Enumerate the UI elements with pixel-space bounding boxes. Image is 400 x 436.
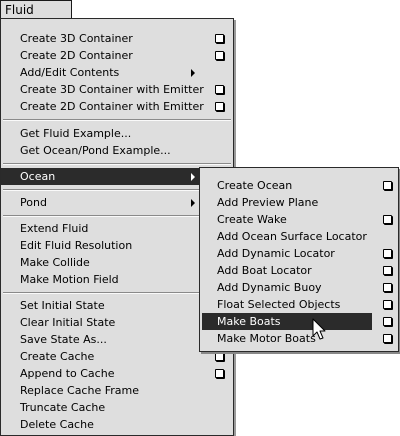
submenu-arrow-icon xyxy=(191,199,195,207)
menu-separator xyxy=(3,119,231,121)
option-box-icon[interactable] xyxy=(383,300,392,309)
submenu-item-float-selected-objects[interactable]: Float Selected Objects xyxy=(200,296,398,313)
submenu-item-create-wake[interactable]: Create Wake xyxy=(200,211,398,228)
submenu-arrow-icon xyxy=(191,69,195,77)
submenu-item-create-ocean[interactable]: Create Ocean xyxy=(200,177,398,194)
menu-item-add-edit-contents[interactable]: Add/Edit Contents xyxy=(1,64,233,81)
menu-item-get-fluid-example[interactable]: Get Fluid Example... xyxy=(1,125,233,142)
menu-item-create-2d-container[interactable]: Create 2D Container xyxy=(1,47,233,64)
menu-item-create-3d-container-with-emitter[interactable]: Create 3D Container with Emitter xyxy=(1,81,233,98)
menu-item-delete-cache[interactable]: Delete Cache xyxy=(1,416,233,433)
option-box-icon[interactable] xyxy=(383,249,392,258)
menu-item-create-2d-container-with-emitter[interactable]: Create 2D Container with Emitter xyxy=(1,98,233,115)
menu-item-truncate-cache[interactable]: Truncate Cache xyxy=(1,399,233,416)
submenu-item-add-dynamic-locator[interactable]: Add Dynamic Locator xyxy=(200,245,398,262)
option-box-icon[interactable] xyxy=(383,334,392,343)
option-box-icon[interactable] xyxy=(383,181,392,190)
menu-item-create-3d-container[interactable]: Create 3D Container xyxy=(1,30,233,47)
submenu-item-add-boat-locator[interactable]: Add Boat Locator xyxy=(200,262,398,279)
ocean-submenu: Create Ocean Add Preview Plane Create Wa… xyxy=(199,167,399,352)
option-box-icon[interactable] xyxy=(383,266,392,275)
menu-separator xyxy=(3,292,231,294)
fluid-effects-menu-title[interactable]: Fluid Effects xyxy=(0,0,72,35)
submenu-item-make-motor-boats[interactable]: Make Motor Boats xyxy=(200,330,398,347)
mouse-pointer-icon xyxy=(312,318,326,340)
menu-item-get-ocean-pond-example[interactable]: Get Ocean/Pond Example... xyxy=(1,142,233,159)
menu-separator xyxy=(3,163,231,165)
option-box-icon[interactable] xyxy=(215,352,224,361)
option-box-icon[interactable] xyxy=(215,85,224,94)
option-box-icon[interactable] xyxy=(383,317,392,326)
option-box-icon[interactable] xyxy=(215,34,224,43)
option-box-icon[interactable] xyxy=(215,369,224,378)
submenu-item-add-dynamic-buoy[interactable]: Add Dynamic Buoy xyxy=(200,279,398,296)
option-box-icon[interactable] xyxy=(215,51,224,60)
menu-separator xyxy=(3,215,231,217)
option-box-icon[interactable] xyxy=(383,283,392,292)
option-box-icon[interactable] xyxy=(215,102,224,111)
submenu-item-add-ocean-surface-locator[interactable]: Add Ocean Surface Locator xyxy=(200,228,398,245)
menu-item-append-to-cache[interactable]: Append to Cache xyxy=(1,365,233,382)
submenu-item-add-preview-plane[interactable]: Add Preview Plane xyxy=(200,194,398,211)
option-box-icon[interactable] xyxy=(383,215,392,224)
menu-item-replace-cache-frame[interactable]: Replace Cache Frame xyxy=(1,382,233,399)
submenu-arrow-icon xyxy=(191,173,195,181)
menu-separator xyxy=(3,189,231,191)
submenu-item-make-boats[interactable]: Make Boats xyxy=(202,313,372,330)
